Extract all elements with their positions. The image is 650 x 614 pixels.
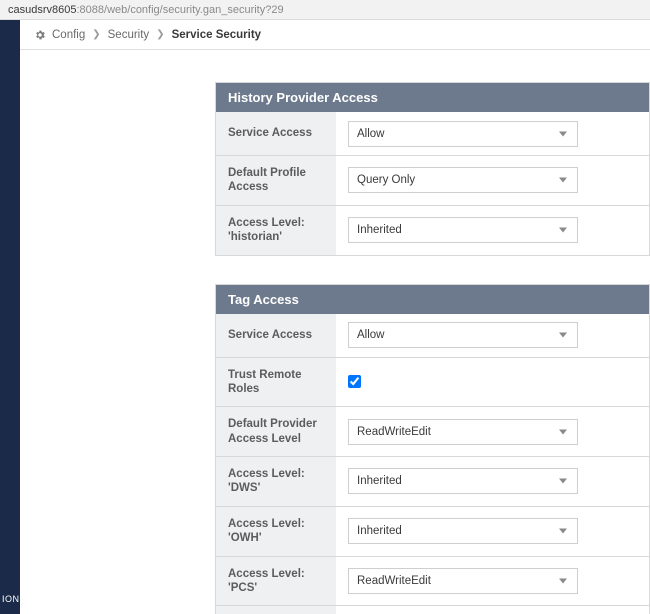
config-row: Trust Remote Roles (216, 358, 649, 408)
config-row: Service Access Allow (216, 314, 649, 358)
select-value: Inherited (357, 475, 402, 487)
caret-down-icon (559, 178, 567, 183)
select-tag-service-access[interactable]: Allow (348, 322, 578, 348)
select-value: Allow (357, 329, 384, 341)
caret-down-icon (559, 578, 567, 583)
row-control: Inherited (336, 457, 649, 506)
row-control: Inherited (336, 206, 649, 255)
config-row: Access Level: 'historian' Inherited (216, 206, 649, 256)
select-access-level-owh[interactable]: Inherited (348, 518, 578, 544)
caret-down-icon (559, 131, 567, 136)
caret-down-icon (559, 529, 567, 534)
config-row: Access Level: 'ESS' Inherited (216, 606, 649, 614)
content-area: History Provider Access Service Access A… (20, 50, 650, 614)
row-label: Service Access (216, 314, 336, 357)
row-control: Query Only (336, 156, 649, 205)
row-control (336, 358, 649, 407)
select-value: ReadWriteEdit (357, 575, 431, 587)
panel-header: History Provider Access (216, 83, 649, 112)
checkbox-trust-remote-roles[interactable] (348, 375, 361, 388)
url-host: casudsrv8605 (8, 4, 77, 16)
breadcrumb-item-config[interactable]: Config (52, 29, 85, 41)
row-control: Allow (336, 112, 649, 155)
select-value: Inherited (357, 525, 402, 537)
row-control: Inherited (336, 507, 649, 556)
select-value: ReadWriteEdit (357, 426, 431, 438)
row-label: Default Profile Access (216, 156, 336, 205)
chevron-right-icon: ❯ (156, 29, 164, 40)
row-control: Inherited (336, 606, 649, 614)
select-value: Query Only (357, 174, 415, 186)
row-label: Trust Remote Roles (216, 358, 336, 407)
config-row: Service Access Allow (216, 112, 649, 156)
select-default-provider-access-level[interactable]: ReadWriteEdit (348, 419, 578, 445)
select-access-level-pcs[interactable]: ReadWriteEdit (348, 568, 578, 594)
row-label: Service Access (216, 112, 336, 155)
row-label: Access Level: 'ESS' (216, 606, 336, 614)
select-value: Inherited (357, 224, 402, 236)
config-row: Default Profile Access Query Only (216, 156, 649, 206)
url-rest: :8088/web/config/security.gan_security?2… (77, 4, 284, 16)
select-access-level-dws[interactable]: Inherited (348, 468, 578, 494)
breadcrumb: Config ❯ Security ❯ Service Security (20, 20, 650, 50)
row-label: Access Level: 'PCS' (216, 557, 336, 606)
gear-icon (34, 29, 46, 41)
config-row: Default Provider Access Level ReadWriteE… (216, 407, 649, 457)
row-control: ReadWriteEdit (336, 557, 649, 606)
row-control: Allow (336, 314, 649, 357)
row-label: Access Level: 'DWS' (216, 457, 336, 506)
row-control: ReadWriteEdit (336, 407, 649, 456)
chevron-right-icon: ❯ (92, 29, 100, 40)
caret-down-icon (559, 228, 567, 233)
panel-history-provider-access: History Provider Access Service Access A… (215, 82, 650, 256)
row-label: Access Level: 'historian' (216, 206, 336, 255)
config-row: Access Level: 'PCS' ReadWriteEdit (216, 557, 649, 607)
sidebar: ION (0, 20, 20, 614)
select-value: Allow (357, 128, 384, 140)
select-access-level-historian[interactable]: Inherited (348, 217, 578, 243)
panel-tag-access: Tag Access Service Access Allow Trust Re… (215, 284, 650, 614)
panel-header: Tag Access (216, 285, 649, 314)
url-bar[interactable]: casudsrv8605:8088/web/config/security.ga… (0, 0, 650, 20)
breadcrumb-item-security[interactable]: Security (108, 29, 150, 41)
select-default-profile-access[interactable]: Query Only (348, 167, 578, 193)
config-row: Access Level: 'DWS' Inherited (216, 457, 649, 507)
row-label: Access Level: 'OWH' (216, 507, 336, 556)
caret-down-icon (559, 429, 567, 434)
config-row: Access Level: 'OWH' Inherited (216, 507, 649, 557)
caret-down-icon (559, 479, 567, 484)
sidebar-label: ION (2, 594, 20, 604)
breadcrumb-current: Service Security (172, 29, 262, 41)
select-service-access[interactable]: Allow (348, 121, 578, 147)
row-label: Default Provider Access Level (216, 407, 336, 456)
caret-down-icon (559, 333, 567, 338)
